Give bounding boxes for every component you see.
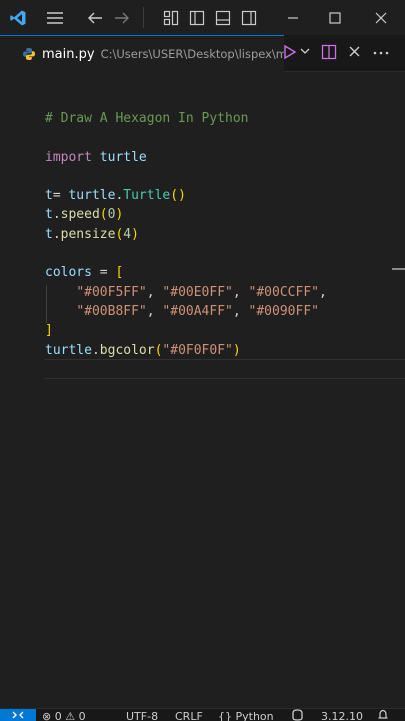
code-line[interactable]: t.speed(0) [45, 205, 327, 224]
status-bar: ⊗ 0 ⚠ 0 UTF-8 CRLF {} Python 3.12.10 [0, 708, 405, 721]
code-token: , [232, 284, 249, 300]
code-token: # Draw A Hexagon In Python [45, 111, 249, 126]
menu-icon[interactable] [42, 0, 68, 35]
code-line[interactable]: ] [45, 321, 327, 340]
code-token: , [146, 284, 163, 300]
remote-icon [12, 711, 24, 719]
toggle-panel-icon[interactable] [212, 0, 234, 35]
python-version-indicator[interactable]: 3.12.10 [321, 709, 363, 721]
code-line[interactable]: "#00B8FF", "#00A4FF", "#0090FF" [45, 302, 327, 321]
code-token: "#00CCFF" [248, 284, 319, 300]
code-content[interactable]: # Draw A Hexagon In Python import turtle… [45, 109, 327, 379]
code-token: ) [232, 342, 241, 358]
forward-arrow-icon[interactable] [111, 0, 133, 35]
code-line[interactable]: colors = [ [45, 263, 327, 282]
code-token: ( [99, 207, 108, 223]
code-token: 4 [123, 226, 132, 242]
code-token: . [52, 207, 61, 223]
code-token: "#00A4FF" [162, 303, 233, 319]
eol-indicator[interactable]: CRLF [175, 709, 203, 721]
code-token: "#00E0FF" [162, 284, 233, 300]
code-token: import [45, 149, 92, 165]
code-line[interactable]: t= turtle.Turtle() [45, 186, 327, 205]
tab-main-py[interactable]: main.py C:\Users\USER\Desktop\lispex\mai… [0, 35, 284, 72]
run-dropdown-chevron-icon[interactable] [300, 46, 310, 56]
code-editor[interactable]: # Draw A Hexagon In Python import turtle… [0, 72, 405, 708]
code-line[interactable] [45, 360, 327, 379]
back-arrow-icon[interactable] [84, 0, 106, 35]
close-editor-icon[interactable] [348, 45, 361, 58]
encoding-indicator[interactable]: UTF-8 [126, 709, 158, 721]
code-token: "#00F5FF" [76, 284, 147, 300]
code-token: , [146, 303, 163, 319]
code-token: "#0F0F0F" [162, 342, 233, 358]
title-bar [0, 0, 405, 36]
code-line[interactable]: t.pensize(4) [45, 225, 327, 244]
language-label: Python [235, 710, 274, 721]
editor-tab-bar: main.py C:\Users\USER\Desktop\lispex\mai… [0, 35, 405, 72]
code-line[interactable]: turtle.bgcolor("#0F0F0F") [45, 341, 327, 360]
code-token: [ [115, 265, 124, 281]
close-icon[interactable] [364, 0, 398, 35]
code-line[interactable]: import turtle [45, 148, 327, 167]
code-token: = [52, 188, 69, 204]
warning-count: 0 [78, 710, 86, 721]
language-braces-icon: {} [218, 710, 232, 721]
language-indicator[interactable]: {} Python [218, 709, 274, 721]
minimize-icon[interactable] [276, 0, 310, 35]
maximize-icon[interactable] [318, 0, 352, 35]
code-token: colors [45, 265, 92, 281]
tab-file-name: main.py [42, 46, 95, 62]
code-token: t [45, 188, 53, 204]
code-token: turtle [45, 342, 92, 358]
remote-indicator[interactable] [0, 709, 36, 721]
error-count: 0 [54, 710, 62, 721]
code-line[interactable] [45, 167, 327, 186]
code-line[interactable]: # Draw A Hexagon In Python [45, 109, 327, 128]
code-token: bgcolor [99, 342, 155, 358]
python-file-icon [22, 47, 36, 61]
customize-layout-icon[interactable] [160, 0, 182, 35]
code-line[interactable]: "#00F5FF", "#00E0FF", "#00CCFF", [45, 283, 327, 302]
bell-icon[interactable] [377, 709, 389, 721]
code-token: ) [131, 226, 139, 242]
more-actions-icon[interactable] [373, 51, 389, 55]
code-token: ) [115, 207, 124, 223]
warning-icon: ⚠ [65, 710, 76, 721]
split-editor-icon[interactable] [321, 44, 337, 60]
run-python-file-icon[interactable] [283, 44, 297, 60]
code-token: t [45, 226, 53, 242]
code-token: , [232, 303, 249, 319]
toggle-primary-sidebar-icon[interactable] [186, 0, 208, 35]
toggle-secondary-sidebar-icon[interactable] [238, 0, 260, 35]
code-line[interactable] [45, 244, 327, 263]
code-token: () [170, 188, 186, 204]
error-icon: ⊗ [42, 710, 52, 721]
code-token: t [45, 207, 53, 223]
code-token: , [318, 284, 327, 300]
code-token: "#0090FF" [248, 303, 319, 319]
vscode-logo-icon [6, 0, 30, 35]
scrollbar-cursor-marker[interactable] [392, 268, 405, 270]
code-token: . [52, 226, 61, 242]
code-token: turtle [91, 149, 147, 165]
code-token: turtle [68, 188, 116, 204]
code-token: . [91, 342, 100, 358]
code-token: pensize [60, 226, 116, 242]
code-token: ] [45, 323, 53, 339]
copilot-icon[interactable] [290, 709, 305, 721]
code-token: speed [60, 207, 100, 223]
code-token: Turtle [123, 188, 171, 204]
tab-file-path: C:\Users\USER\Desktop\lispex\main.py [100, 47, 284, 61]
problems-indicator[interactable]: ⊗ 0 ⚠ 0 [42, 709, 86, 721]
separator [143, 7, 144, 28]
code-token: = [91, 265, 116, 281]
code-token: "#00B8FF" [76, 303, 147, 319]
code-line[interactable] [45, 128, 327, 147]
